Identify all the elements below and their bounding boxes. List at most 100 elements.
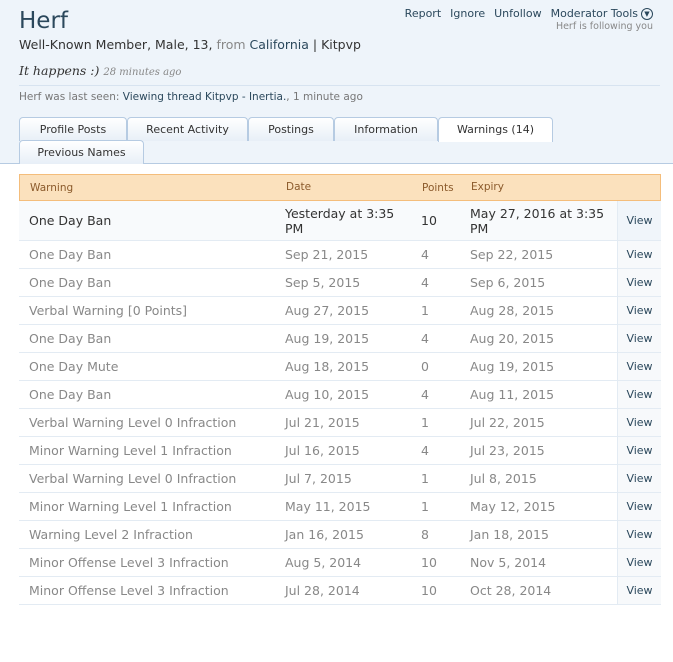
view-button[interactable]: View xyxy=(617,325,661,352)
warning-cell: Minor Offense Level 3 Infraction xyxy=(29,555,229,570)
expiry-cell: Jul 22, 2015 xyxy=(470,415,545,430)
view-button[interactable]: View xyxy=(617,465,661,492)
date-cell: Aug 5, 2014 xyxy=(285,555,362,570)
expiry-cell: Nov 5, 2014 xyxy=(470,555,547,570)
table-row: Verbal Warning [0 Points] Aug 27, 2015 1 Au… xyxy=(19,297,661,325)
view-button[interactable]: View xyxy=(617,409,661,436)
warning-cell: Minor Offense Level 3 Infraction xyxy=(29,583,229,598)
table-row: One Day Ban Yesterday at 3:35 PM 10 May 27,… xyxy=(19,201,661,241)
warning-cell: One Day Mute xyxy=(29,359,119,374)
warning-cell: Verbal Warning Level 0 Infraction xyxy=(29,415,237,430)
warning-cell: Verbal Warning Level 0 Infraction xyxy=(29,471,237,486)
tab-recent-activity[interactable]: Recent Activity xyxy=(127,117,248,141)
points-cell: 1 xyxy=(421,303,429,318)
expiry-cell: Aug 11, 2015 xyxy=(470,387,555,402)
expiry-cell: Jan 18, 2015 xyxy=(470,527,549,542)
tab-information[interactable]: Information xyxy=(334,117,438,141)
expiry-cell: Aug 28, 2015 xyxy=(470,303,555,318)
chevron-down-icon: ▼ xyxy=(641,7,653,20)
date-cell: Jul 16, 2015 xyxy=(285,443,360,458)
points-cell: 10 xyxy=(421,555,437,570)
table-row: Minor Offense Level 3 Infraction Aug 5, 2… xyxy=(19,549,661,577)
points-cell: 4 xyxy=(421,275,429,290)
view-button[interactable]: View xyxy=(617,201,661,240)
separator: | xyxy=(312,37,318,52)
location-link[interactable]: California xyxy=(250,37,309,52)
view-button[interactable]: View xyxy=(617,549,661,576)
points-cell: 1 xyxy=(421,415,429,430)
expiry-cell: Aug 19, 2015 xyxy=(470,359,555,374)
warning-cell: One Day Ban xyxy=(29,331,112,346)
warning-cell: One Day Ban xyxy=(29,213,112,228)
points-cell: 4 xyxy=(421,247,429,262)
date-cell: Aug 27, 2015 xyxy=(285,303,370,318)
date-cell: Jul 28, 2014 xyxy=(285,583,360,598)
from-label: from xyxy=(216,37,246,52)
date-cell: Aug 10, 2015 xyxy=(285,387,370,402)
date-cell: Jul 7, 2015 xyxy=(285,471,352,486)
server-label: Kitpvp xyxy=(321,37,361,52)
expiry-cell: Jul 8, 2015 xyxy=(470,471,537,486)
table-row: Minor Warning Level 1 Infraction May 11, … xyxy=(19,493,661,521)
points-cell: 10 xyxy=(421,213,437,228)
warning-cell: Minor Warning Level 1 Infraction xyxy=(29,499,232,514)
table-row: One Day Ban Aug 10, 2015 4 Aug 11, 2015 View xyxy=(19,381,661,409)
view-button[interactable]: View xyxy=(617,577,661,604)
tab-postings[interactable]: Postings xyxy=(248,117,334,141)
date-cell: Aug 18, 2015 xyxy=(285,359,370,374)
points-cell: 8 xyxy=(421,527,429,542)
date-cell: Jan 16, 2015 xyxy=(285,527,364,542)
warning-cell: Verbal Warning [0 Points] xyxy=(29,303,188,318)
points-cell: 1 xyxy=(421,499,429,514)
view-button[interactable]: View xyxy=(617,269,661,296)
table-row: One Day Mute Aug 18, 2015 0 Aug 19, 2015 Vie… xyxy=(19,353,661,381)
view-button[interactable]: View xyxy=(617,381,661,408)
tab-previous-names[interactable]: Previous Names xyxy=(19,140,144,164)
table-row: Warning Level 2 Infraction Jan 16, 2015 8 J… xyxy=(19,521,661,549)
expiry-cell: May 12, 2015 xyxy=(470,499,556,514)
view-button[interactable]: View xyxy=(617,241,661,268)
date-cell: Yesterday at 3:35 PM xyxy=(285,205,395,236)
ignore-link[interactable]: Ignore xyxy=(450,7,485,20)
expiry-cell: Aug 20, 2015 xyxy=(470,331,555,346)
warning-cell: One Day Ban xyxy=(29,275,112,290)
tab-profile-posts[interactable]: Profile Posts xyxy=(19,117,127,141)
expiry-cell: Oct 28, 2014 xyxy=(470,583,552,598)
moderator-tools-label: Moderator Tools xyxy=(550,7,638,20)
expiry-cell: Sep 6, 2015 xyxy=(470,275,546,290)
warning-cell: One Day Ban xyxy=(29,387,112,402)
view-button[interactable]: View xyxy=(617,297,661,324)
last-seen-activity: Viewing thread xyxy=(122,91,202,103)
warning-cell: One Day Ban xyxy=(29,247,112,262)
expiry-cell: Sep 22, 2015 xyxy=(470,247,554,262)
last-seen-prefix: Herf was last seen: xyxy=(19,91,120,103)
username: Herf xyxy=(19,8,68,34)
points-cell: 4 xyxy=(421,387,429,402)
status-time: 28 minutes ago xyxy=(103,67,182,78)
unfollow-link[interactable]: Unfollow xyxy=(494,7,541,20)
moderator-tools-menu[interactable]: Moderator Tools ▼ xyxy=(551,7,653,20)
table-row: One Day Ban Aug 19, 2015 4 Aug 20, 2015 View xyxy=(19,325,661,353)
view-button[interactable]: View xyxy=(617,493,661,520)
expiry-cell: May 27, 2016 at 3:35 PM xyxy=(470,205,605,236)
tab-warnings[interactable]: Warnings (14) xyxy=(438,117,553,142)
table-row: One Day Ban Sep 21, 2015 4 Sep 22, 2015 View xyxy=(19,241,661,269)
header-date: Date xyxy=(286,181,312,193)
date-cell: May 11, 2015 xyxy=(285,499,371,514)
view-button[interactable]: View xyxy=(617,437,661,464)
warning-cell: Warning Level 2 Infraction xyxy=(29,527,193,542)
user-title: Well-Known Member, Male, 13, xyxy=(19,37,213,52)
last-seen-time: 1 minute ago xyxy=(292,91,363,103)
points-cell: 4 xyxy=(421,443,429,458)
report-link[interactable]: Report xyxy=(405,7,441,20)
view-button[interactable]: View xyxy=(617,353,661,380)
points-cell: 4 xyxy=(421,331,429,346)
profile-actions: Report Ignore Unfollow Moderator Tools ▼ xyxy=(405,7,653,20)
last-seen: Herf was last seen: Viewing thread Kitpv… xyxy=(19,91,363,103)
view-button[interactable]: View xyxy=(617,521,661,548)
last-seen-thread-link[interactable]: Kitpvp - Inertia. xyxy=(205,91,286,103)
table-row: Minor Warning Level 1 Infraction Jul 16, … xyxy=(19,437,661,465)
warning-cell: Minor Warning Level 1 Infraction xyxy=(29,443,232,458)
header-expiry: Expiry xyxy=(471,181,504,193)
points-cell: 0 xyxy=(421,359,429,374)
